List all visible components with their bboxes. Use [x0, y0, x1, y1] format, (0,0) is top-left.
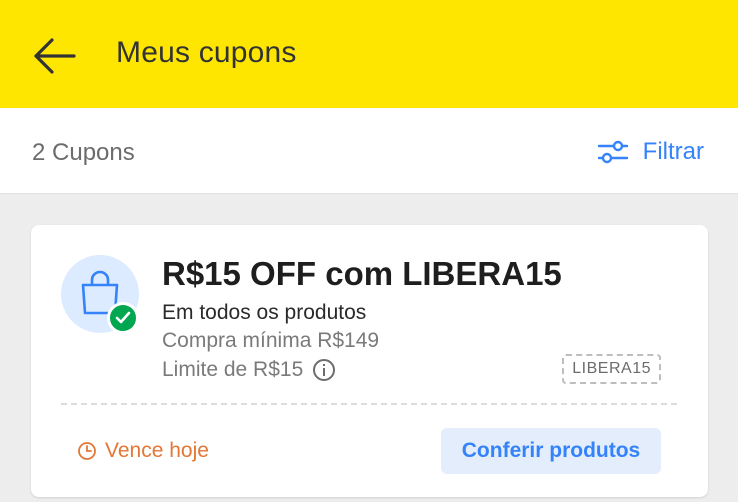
- back-button[interactable]: [30, 34, 78, 78]
- filter-button[interactable]: Filtrar: [597, 132, 704, 172]
- sliders-icon: [597, 140, 628, 164]
- info-icon[interactable]: [313, 359, 336, 381]
- coupon-limit-row: Limite de R$15: [162, 358, 336, 382]
- page-title: Meus cupons: [116, 36, 297, 69]
- expiry-label: Vence hoje: [105, 439, 209, 462]
- ticket-divider: [61, 403, 677, 405]
- app-bar: Meus cupons: [0, 0, 738, 108]
- clock-icon: [78, 442, 96, 460]
- coupon-code: LIBERA15: [562, 354, 661, 384]
- coupon-count: 2 Cupons: [32, 139, 135, 166]
- coupon-expiry: Vence hoje: [77, 439, 209, 463]
- coupon-toolbar: 2 Cupons Filtrar: [0, 108, 738, 194]
- check-circle-icon: [107, 302, 139, 334]
- filter-label: Filtrar: [642, 138, 704, 165]
- view-products-button[interactable]: Conferir produtos: [441, 428, 661, 474]
- coupon-title: R$15 OFF com LIBERA15: [162, 255, 562, 292]
- arrow-left-icon: [34, 38, 76, 74]
- coupon-minimum: Compra mínima R$149: [162, 329, 380, 352]
- coupon-card[interactable]: R$15 OFF com LIBERA15 Em todos os produt…: [31, 225, 708, 497]
- coupon-scope: Em todos os produtos: [162, 301, 367, 324]
- coupon-limit: Limite de R$15: [162, 358, 304, 381]
